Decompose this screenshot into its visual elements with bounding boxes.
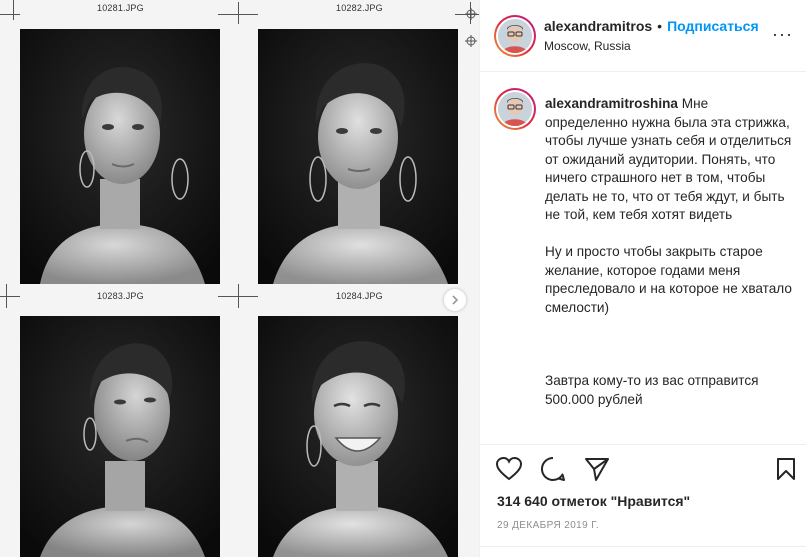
caption-paragraph: Завтра кому-то из вас отправится 500.000… [545,373,759,407]
crop-mark [0,296,20,297]
user-avatar-image [498,92,532,126]
photo-filename: 10282.JPG [336,3,383,13]
avatar[interactable] [494,15,536,57]
avatar[interactable] [494,88,536,130]
post-author-username[interactable]: alexandramitros [544,18,652,34]
user-avatar-image [498,19,532,53]
registration-target-icon [465,8,477,20]
crop-mark [13,0,14,20]
comment-button[interactable] [539,455,567,483]
post-actions: 314 640 отметок "Нравится" 29 ДЕКАБРЯ 20… [480,444,806,557]
photo-filename: 10281.JPG [97,3,144,13]
header-title-row: alexandramitros • Подписаться [544,18,759,36]
crop-mark [6,284,7,308]
save-button[interactable] [772,455,800,483]
likes-count[interactable]: 314 640 отметок "Нравится" [497,493,690,509]
heart-icon [496,457,522,481]
follow-button[interactable]: Подписаться [667,18,759,34]
crop-mark [238,284,239,308]
bookmark-icon [777,458,795,480]
portrait-photo [20,316,220,557]
registration-target-icon [465,35,477,47]
separator-dot: • [657,18,663,34]
comment-icon [541,456,565,481]
next-slide-button[interactable] [444,289,466,311]
share-icon [585,458,609,481]
post-caption: alexandramitroshina Мне определенно нужн… [545,95,793,409]
caption-paragraph: Мне определенно нужна была эта стрижка, … [545,96,792,222]
caption-section: alexandramitroshina Мне определенно нужн… [480,73,806,443]
more-options-icon[interactable]: ··· [772,24,793,45]
photo-filename: 10283.JPG [97,291,144,301]
portrait-photo [258,316,458,557]
post-media[interactable]: 10281.JPG 10282.JPG 10283.JPG 10284.JPG [0,0,479,557]
portrait-photo [258,29,458,284]
caption-username[interactable]: alexandramitroshina [545,96,678,111]
photo-filename: 10284.JPG [336,291,383,301]
crop-mark [238,2,239,24]
caption-paragraph: Ну и просто чтобы закрыть старое желание… [545,244,792,315]
like-button[interactable] [495,455,523,483]
share-button[interactable] [583,455,611,483]
portrait-photo [20,29,220,284]
post-side-panel: alexandramitros • Подписаться Moscow, Russ… [479,0,806,557]
post-location[interactable]: Moscow, Russia [544,39,631,53]
crop-mark [0,14,20,15]
post-header: alexandramitros • Подписаться Moscow, Russ… [480,0,806,72]
divider [480,546,806,547]
post-date[interactable]: 29 ДЕКАБРЯ 2019 Г. [497,520,599,531]
chevron-right-icon [452,295,459,305]
